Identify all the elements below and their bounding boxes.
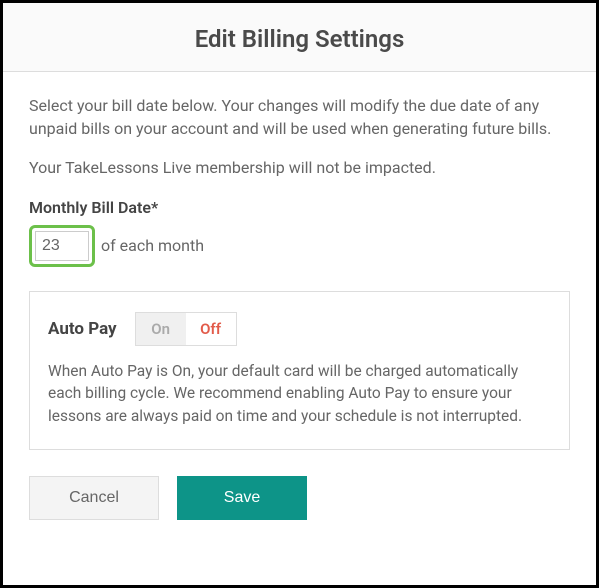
dialog-body: Select your bill date below. Your change… xyxy=(3,72,596,542)
autopay-toggle-off[interactable]: Off xyxy=(186,313,236,345)
bill-date-suffix: of each month xyxy=(101,236,204,255)
save-button[interactable]: Save xyxy=(177,476,307,520)
bill-date-input-highlight xyxy=(29,225,95,267)
autopay-description: When Auto Pay is On, your default card w… xyxy=(48,360,551,427)
membership-note: Your TakeLessons Live membership will no… xyxy=(29,156,570,179)
bill-date-label: Monthly Bill Date* xyxy=(29,198,570,217)
dialog-header: Edit Billing Settings xyxy=(3,3,596,72)
cancel-button[interactable]: Cancel xyxy=(29,476,159,520)
bill-date-row: of each month xyxy=(29,225,570,267)
dialog-title: Edit Billing Settings xyxy=(3,25,596,53)
autopay-toggle-on[interactable]: On xyxy=(136,313,186,345)
autopay-section: Auto Pay On Off When Auto Pay is On, you… xyxy=(29,291,570,450)
intro-text: Select your bill date below. Your change… xyxy=(29,94,570,140)
autopay-toggle: On Off xyxy=(135,312,237,346)
autopay-header: Auto Pay On Off xyxy=(48,312,551,346)
dialog-actions: Cancel Save xyxy=(29,476,570,520)
autopay-title: Auto Pay xyxy=(48,319,117,339)
bill-date-input[interactable] xyxy=(35,231,89,261)
